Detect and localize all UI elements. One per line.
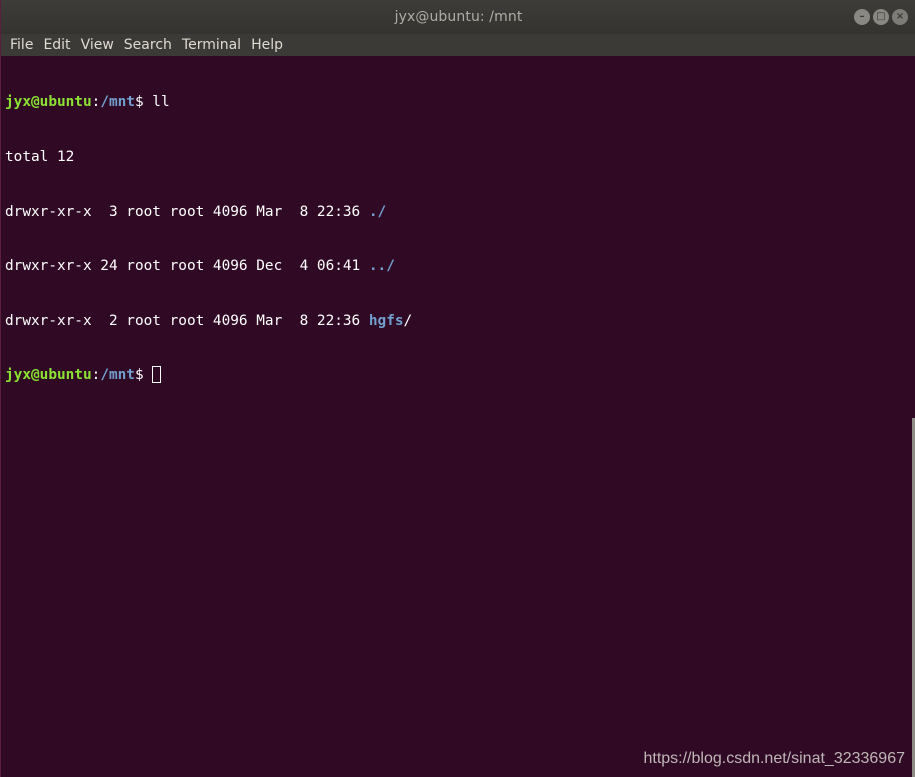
terminal-output[interactable]: jyx@ubuntu:/mnt$ ll total 12 drwxr-xr-x … — [5, 57, 915, 777]
dir-name: ../ — [368, 258, 395, 275]
prompt-path: /mnt — [100, 367, 135, 384]
text-cursor — [152, 366, 162, 384]
prompt-user: jyx@ubuntu — [5, 94, 92, 111]
listing-row: drwxr-xr-x 3 root root 4096 Mar 8 22:36 … — [5, 203, 915, 221]
menu-bar: File Edit View Search Terminal Help — [1, 34, 915, 56]
watermark: https://blog.csdn.net/sinat_32336967 — [643, 750, 905, 767]
menu-terminal[interactable]: Terminal — [177, 34, 246, 56]
prompt-dollar: $ — [134, 94, 144, 111]
prompt-user: jyx@ubuntu — [5, 367, 92, 384]
terminal-window: jyx@ubuntu: /mnt – □ × File Edit View Se… — [0, 0, 915, 777]
title-bar[interactable]: jyx@ubuntu: /mnt – □ × — [1, 0, 915, 34]
window-title: jyx@ubuntu: /mnt — [394, 9, 523, 25]
dir-suffix: / — [403, 312, 413, 329]
prompt-colon: : — [91, 367, 101, 384]
listing-meta: drwxr-xr-x 24 root root 4096 Dec 4 06:41 — [5, 258, 369, 275]
total-line: total 12 — [5, 149, 75, 165]
dir-name: ./ — [368, 203, 387, 220]
menu-search[interactable]: Search — [119, 34, 177, 56]
dir-name: hgfs — [368, 312, 404, 329]
command-text: ll — [143, 94, 170, 111]
active-prompt-line: jyx@ubuntu:/mnt$ — [5, 366, 915, 384]
command-line: jyx@ubuntu:/mnt$ ll — [5, 93, 915, 111]
minimize-button[interactable]: – — [854, 9, 870, 25]
prompt-path: /mnt — [100, 94, 135, 111]
menu-help[interactable]: Help — [246, 34, 288, 56]
listing-row: drwxr-xr-x 2 root root 4096 Mar 8 22:36 … — [5, 312, 915, 330]
prompt-dollar: $ — [134, 367, 153, 384]
maximize-button[interactable]: □ — [873, 9, 889, 25]
menu-view[interactable]: View — [76, 34, 119, 56]
listing-meta: drwxr-xr-x 3 root root 4096 Mar 8 22:36 — [5, 203, 369, 220]
listing-meta: drwxr-xr-x 2 root root 4096 Mar 8 22:36 — [5, 312, 369, 329]
menu-edit[interactable]: Edit — [38, 34, 75, 56]
prompt-colon: : — [91, 94, 101, 111]
window-controls: – □ × — [854, 9, 908, 25]
listing-row: drwxr-xr-x 24 root root 4096 Dec 4 06:41… — [5, 257, 915, 275]
close-button[interactable]: × — [892, 9, 908, 25]
menu-file[interactable]: File — [5, 34, 38, 56]
